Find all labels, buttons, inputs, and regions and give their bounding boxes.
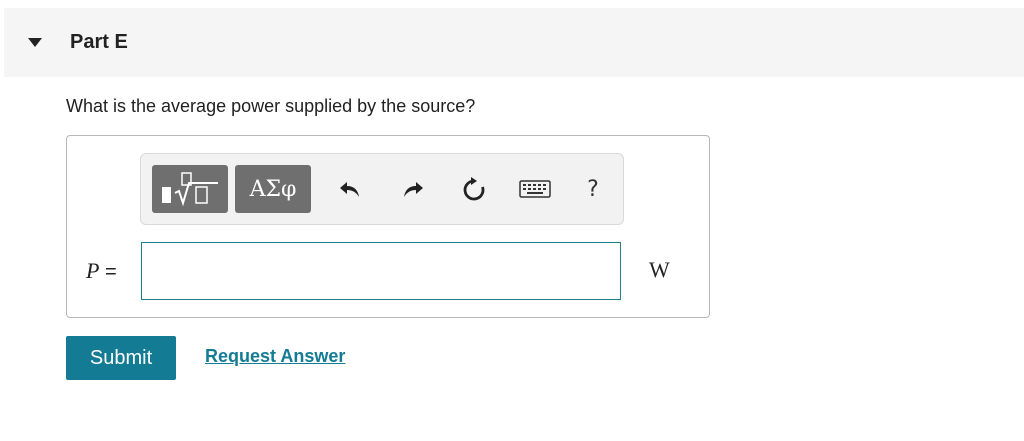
reset-button[interactable] [454,165,494,213]
request-answer-link[interactable]: Request Answer [205,346,345,367]
templates-icon [162,172,218,207]
variable-label: P = [86,258,117,284]
variable-symbol: P [86,258,100,283]
templates-button[interactable] [152,165,228,213]
part-header[interactable] [4,8,1024,77]
reset-icon [463,177,485,201]
greek-symbols-button[interactable]: ΑΣφ [235,165,311,213]
answer-input[interactable] [141,242,621,300]
math-toolbar: ΑΣφ ? [140,153,624,225]
submit-button[interactable]: Submit [66,336,176,380]
redo-icon [404,182,423,197]
triangle-down-icon[interactable] [28,38,42,47]
undo-icon [340,182,359,197]
help-button[interactable]: ? [573,165,613,213]
redo-button[interactable] [393,165,433,213]
part-title: Part E [70,31,128,53]
question-text: What is the average power supplied by th… [66,96,476,116]
undo-button[interactable] [330,165,370,213]
keyboard-icon [519,180,551,198]
unit-label: W [649,257,670,282]
keyboard-button[interactable] [512,165,558,213]
equals-sign: = [105,261,117,283]
